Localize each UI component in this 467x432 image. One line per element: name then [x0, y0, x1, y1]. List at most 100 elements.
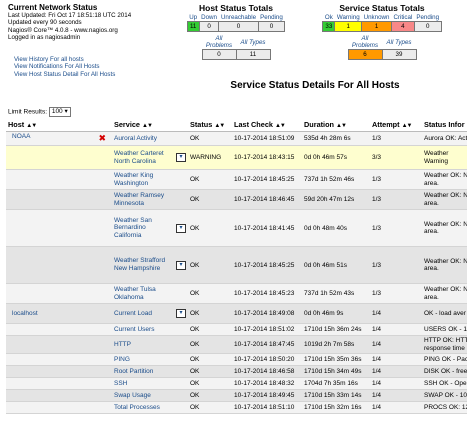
- host-all-problems-header[interactable]: All Problems: [202, 35, 236, 50]
- service-link[interactable]: Current Users: [114, 326, 154, 334]
- attempt-cell: 1/3: [370, 283, 422, 304]
- duration-column-header[interactable]: Duration ▲▼: [302, 118, 370, 132]
- host-unreachable-count[interactable]: 0: [218, 21, 259, 32]
- attempt-column-header[interactable]: Attempt ▲▼: [370, 118, 422, 132]
- performance-graph-icon[interactable]: ▾: [176, 309, 186, 318]
- table-row: localhost Current Load ▾ OK 10-17-2014 18:49…: [6, 303, 467, 324]
- attempt-cell: 1/4: [370, 365, 422, 378]
- view-host-status-link[interactable]: View Host Status Detail For All Hosts: [14, 71, 115, 78]
- host-cell[interactable]: NOAA ✖: [6, 131, 112, 146]
- view-notifications-link[interactable]: View Notifications For All Hosts: [14, 63, 115, 70]
- host-up-header[interactable]: Up: [187, 14, 199, 22]
- service-link[interactable]: Weather Ramsey Minnesota: [114, 192, 166, 207]
- attempt-cell: 1/4: [370, 377, 422, 390]
- host-cell: [6, 189, 112, 210]
- attempt-cell: 1/3: [370, 169, 422, 190]
- info-cell: DISK OK - free: [422, 365, 467, 378]
- last-check-cell: 10-17-2014 18:51:02: [232, 323, 302, 336]
- service-pending-count[interactable]: 0: [413, 21, 442, 32]
- status-column-header[interactable]: Status ▲▼: [188, 118, 232, 132]
- host-name[interactable]: NOAA: [8, 133, 30, 140]
- notifications-disabled-icon[interactable]: ✖: [98, 133, 106, 144]
- service-table: Host ▲▼ Service ▲▼ Status ▲▼ Last Check …: [6, 118, 467, 414]
- service-critical-header[interactable]: Critical: [391, 14, 414, 22]
- host-cell: [6, 365, 112, 378]
- last-updated-text: Last Updated: Fri Oct 17 18:51:18 UTC 20…: [8, 12, 132, 19]
- performance-graph-icon[interactable]: ▾: [176, 153, 186, 162]
- host-cell: [6, 377, 112, 390]
- last-check-column-header[interactable]: Last Check ▲▼: [232, 118, 302, 132]
- service-link[interactable]: Auroral Activity: [114, 135, 157, 143]
- service-unknown-count[interactable]: 1: [361, 21, 392, 32]
- info-cell: USERS OK - 1: [422, 323, 467, 336]
- host-unreachable-header[interactable]: Unreachable: [219, 14, 258, 22]
- service-link[interactable]: Current Load: [114, 310, 152, 318]
- table-row: Total Processes OK 10-17-2014 18:51:10 1710…: [6, 401, 467, 414]
- service-column-header[interactable]: Service ▲▼: [112, 118, 188, 132]
- service-link[interactable]: Weather Strafford New Hampshire: [114, 257, 166, 272]
- performance-graph-icon[interactable]: ▾: [176, 260, 186, 270]
- last-check-cell: 10-17-2014 18:47:45: [232, 335, 302, 354]
- status-badge: OK: [188, 365, 232, 378]
- service-warning-header[interactable]: Warning: [335, 14, 362, 22]
- duration-cell: 737d 1h 52m 46s: [302, 169, 370, 190]
- duration-cell: 59d 20h 47m 12s: [302, 189, 370, 210]
- service-all-problems-count[interactable]: 6: [347, 49, 383, 60]
- sort-arrows-icon[interactable]: ▲▼: [336, 123, 347, 129]
- duration-cell: 0d 0h 46m 51s: [302, 246, 370, 284]
- service-warning-count[interactable]: 1: [334, 21, 363, 32]
- host-pending-header[interactable]: Pending: [258, 14, 285, 22]
- service-link[interactable]: Total Processes: [114, 404, 160, 412]
- info-cell: Weather OK: N area.: [422, 246, 467, 284]
- sort-arrows-icon[interactable]: ▲▼: [214, 123, 225, 129]
- attempt-cell: 1/4: [370, 353, 422, 366]
- limit-results-label: Limit Results:: [8, 108, 48, 116]
- service-link[interactable]: Swap Usage: [114, 392, 151, 400]
- service-all-types-count[interactable]: 39: [381, 49, 417, 60]
- sort-arrows-icon[interactable]: ▲▼: [402, 123, 413, 129]
- info-cell: PING OK - Pack: [422, 353, 467, 366]
- service-link[interactable]: PING: [114, 356, 130, 364]
- view-history-link[interactable]: View History For all hosts: [14, 56, 115, 63]
- host-name: [8, 356, 12, 363]
- service-all-problems-header[interactable]: All Problems: [348, 35, 382, 50]
- host-column-header[interactable]: Host ▲▼: [6, 118, 112, 132]
- performance-graph-icon[interactable]: ▾: [176, 223, 186, 233]
- table-row: NOAA ✖ Auroral Activity OK 10-17-2014 18:51:…: [6, 131, 467, 146]
- table-row: Weather Tulsa Oklahoma OK 10-17-2014 18:45…: [6, 283, 467, 304]
- service-link[interactable]: Weather Carteret North Carolina: [114, 150, 166, 165]
- service-table-container: Host ▲▼ Service ▲▼ Status ▲▼ Last Check …: [6, 118, 467, 432]
- limit-results-select[interactable]: 100 ▾: [48, 107, 71, 117]
- service-cell: Weather Carteret North Carolina ▾: [112, 145, 188, 170]
- service-link[interactable]: HTTP: [114, 341, 131, 349]
- service-critical-count[interactable]: 4: [390, 21, 415, 32]
- service-link[interactable]: SSH: [114, 380, 127, 388]
- host-all-types-count[interactable]: 11: [235, 49, 271, 60]
- service-ok-count[interactable]: 33: [322, 21, 336, 32]
- host-all-types-header[interactable]: All Types: [236, 35, 270, 50]
- duration-cell: 1710d 15h 34m 49s: [302, 365, 370, 378]
- service-link[interactable]: Weather King Washington: [114, 172, 166, 187]
- service-link[interactable]: Weather San Bernardino California: [114, 217, 166, 240]
- sort-arrows-icon[interactable]: ▲▼: [142, 123, 153, 129]
- host-down-count[interactable]: 0: [198, 21, 220, 32]
- host-cell: [6, 323, 112, 336]
- host-pending-count[interactable]: 0: [257, 21, 286, 32]
- service-link[interactable]: Root Partition: [114, 368, 153, 376]
- host-cell[interactable]: localhost: [6, 303, 112, 324]
- service-unknown-header[interactable]: Unknown: [362, 14, 392, 22]
- host-name: [8, 290, 12, 297]
- service-pending-header[interactable]: Pending: [414, 14, 441, 22]
- host-down-header[interactable]: Down: [199, 14, 219, 22]
- sort-arrows-icon[interactable]: ▲▼: [275, 123, 286, 129]
- service-problems-table: All Problems All Types 6 39: [347, 35, 417, 60]
- service-cell: Auroral Activity: [112, 131, 188, 146]
- host-name[interactable]: localhost: [8, 310, 38, 317]
- service-link[interactable]: Weather Tulsa Oklahoma: [114, 286, 166, 301]
- table-row: Weather San Bernardino California ▾ OK 10-1…: [6, 209, 467, 247]
- host-all-problems-count[interactable]: 0: [201, 49, 237, 60]
- sort-arrows-icon[interactable]: ▲▼: [26, 123, 37, 129]
- service-ok-header[interactable]: Ok: [323, 14, 335, 22]
- host-up-count[interactable]: 11: [186, 21, 200, 32]
- service-all-types-header[interactable]: All Types: [382, 35, 416, 50]
